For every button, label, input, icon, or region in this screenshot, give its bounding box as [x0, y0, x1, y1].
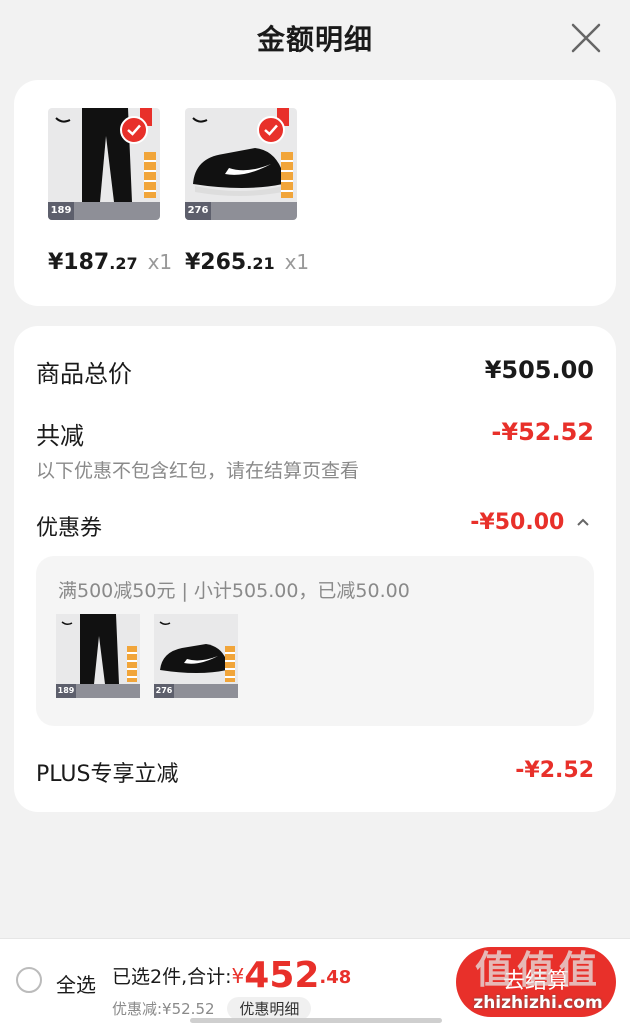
close-icon[interactable]: [568, 20, 604, 56]
total-value: ¥505.00: [484, 356, 594, 384]
selected-check-icon[interactable]: [257, 116, 285, 144]
select-all-radio[interactable]: [16, 967, 42, 993]
product-quantity: x1: [147, 250, 173, 274]
selected-check-icon[interactable]: [120, 116, 148, 144]
price-tag: 189: [56, 684, 76, 698]
plus-label: PLUS专享立减: [36, 762, 179, 787]
watermark-logo: 值值值: [474, 948, 601, 992]
total-currency: ¥: [231, 964, 245, 988]
price-bar: 276: [154, 684, 238, 698]
page-title: 金额明细: [256, 23, 373, 56]
coupon-detail-text: 满500减50元 | 小计505.00，已减50.00: [58, 580, 410, 602]
watermark-url: zhizhizhi.com: [473, 993, 603, 1013]
price-bar: 276: [185, 202, 297, 220]
coupon-product-thumb: 276: [154, 614, 238, 698]
plus-value: -¥2.52: [515, 758, 594, 783]
coupon-product-thumb: 189: [56, 614, 140, 698]
select-all-label[interactable]: 全选: [56, 969, 96, 998]
product-price: ¥187.27 x1: [48, 250, 172, 275]
reduce-label: 共减: [36, 422, 84, 450]
discount-text: 优惠减:¥52.52: [112, 1000, 215, 1018]
discount-detail-button[interactable]: 优惠明细: [227, 997, 312, 1020]
price-ladder: [127, 646, 137, 682]
product-thumbnail: 189: [48, 108, 160, 220]
reduce-value: -¥52.52: [491, 418, 594, 446]
chevron-up-icon: [577, 518, 589, 526]
price-tag: 276: [185, 202, 211, 220]
product-thumbnail: 276: [185, 108, 297, 220]
selected-count-text: 已选2件,合计:: [112, 966, 232, 988]
price-tag: 189: [48, 202, 74, 220]
product-price: ¥265.21 x1: [185, 250, 309, 275]
price-tag: 276: [154, 684, 174, 698]
price-integer: ¥187: [48, 250, 110, 275]
total-label: 商品总价: [36, 360, 132, 388]
watermark: 值值值 zhizhizhi.com: [454, 939, 622, 1025]
total-decimal: .48: [319, 967, 352, 988]
price-ladder: [144, 152, 156, 198]
coupon-value: -¥50.00: [470, 510, 565, 535]
total-integer: 452: [244, 955, 320, 996]
product-item[interactable]: 276 ¥265.21 x1: [185, 108, 309, 275]
price-bar: 189: [56, 684, 140, 698]
header: 金额明细: [0, 0, 630, 78]
discount-note: 以下优惠不包含红包，请在结算页查看: [36, 460, 360, 482]
price-ladder: [225, 646, 235, 682]
product-quantity: x1: [284, 250, 310, 274]
home-indicator: [190, 1018, 442, 1023]
coupon-detail-box: 满500减50元 | 小计505.00，已减50.00 189 276: [36, 556, 594, 726]
selection-summary: 已选2件,合计:¥452.48: [112, 955, 351, 996]
product-card: 189 ¥187.27 x1 276 ¥265.21 x1: [14, 80, 616, 306]
checkout-bar: 全选 已选2件,合计:¥452.48 优惠减:¥52.52 优惠明细 去结算 值…: [0, 938, 630, 1025]
product-item[interactable]: 189 ¥187.27 x1: [48, 108, 172, 275]
price-ladder: [281, 152, 293, 198]
discount-line: 优惠减:¥52.52 优惠明细: [112, 997, 312, 1020]
price-integer: ¥265: [185, 250, 247, 275]
price-detail-card: 商品总价 ¥505.00 共减 -¥52.52 以下优惠不包含红包，请在结算页查…: [14, 326, 616, 812]
price-decimal: .21: [246, 254, 275, 273]
coupon-toggle[interactable]: -¥50.00: [470, 510, 590, 535]
coupon-label: 优惠券: [36, 516, 103, 541]
price-decimal: .27: [109, 254, 138, 273]
price-bar: 189: [48, 202, 160, 220]
